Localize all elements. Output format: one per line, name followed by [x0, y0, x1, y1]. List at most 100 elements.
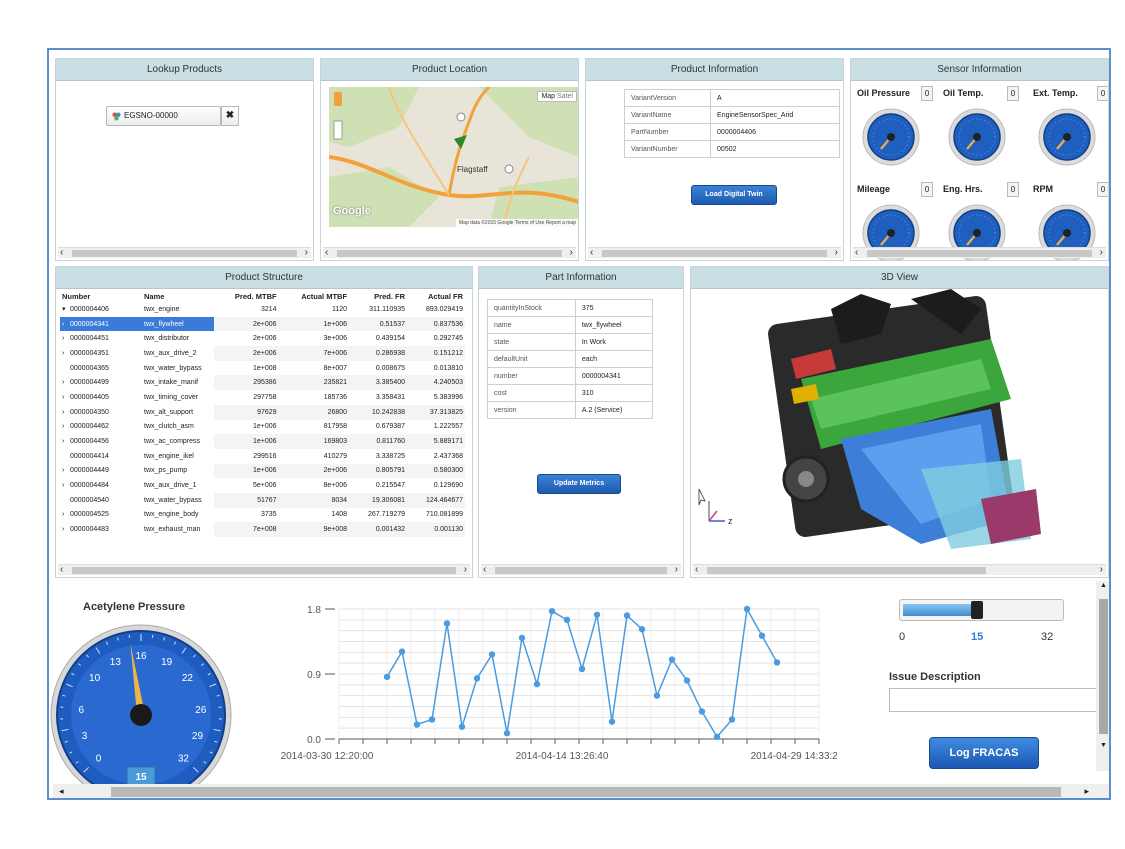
data-point[interactable]	[653, 692, 661, 699]
column-header[interactable]: Actual MTBF	[279, 291, 349, 302]
data-point[interactable]	[668, 656, 676, 663]
scroll-left-icon[interactable]: ‹	[590, 247, 593, 258]
map-type-button[interactable]: Map Satel	[537, 91, 577, 102]
data-point[interactable]	[533, 680, 541, 688]
slider-handle[interactable]	[970, 601, 983, 619]
data-point[interactable]	[413, 721, 421, 728]
scroll-right-icon[interactable]: ›	[835, 247, 838, 258]
engine-3d-model[interactable]: z	[691, 289, 1109, 569]
expand-icon[interactable]: ›	[62, 335, 70, 342]
location-map[interactable]: Map Satel Flagstaff Google Map data ©201…	[328, 85, 578, 228]
scroll-right-icon[interactable]: ›	[305, 247, 308, 258]
load-digital-twin-button[interactable]: Load Digital Twin	[691, 185, 777, 205]
data-point[interactable]	[713, 733, 721, 741]
tree-row[interactable]: › 0000004451 twx_distributor 2e+006 3e+006 0.…	[60, 331, 465, 346]
expand-icon[interactable]: ›	[62, 482, 70, 489]
expand-icon[interactable]: ›	[62, 394, 70, 401]
data-point[interactable]	[608, 718, 616, 725]
data-point[interactable]	[743, 605, 751, 613]
expand-icon[interactable]: ›	[62, 379, 70, 386]
scroll-right-icon[interactable]: ›	[1100, 247, 1103, 258]
tree-row[interactable]: › 0000004483 twx_exhaust_man 7e+008 9e+008 0.…	[60, 522, 465, 537]
issue-description-input[interactable]	[889, 688, 1099, 712]
data-point[interactable]	[428, 716, 436, 723]
tree-row[interactable]: › 0000004341 twx_flywheel 2e+006 1e+006 0.515…	[60, 316, 465, 332]
scroll-left-icon[interactable]: ‹	[325, 247, 328, 258]
column-header[interactable]: Pred. FR	[349, 291, 407, 302]
scroll-right-icon[interactable]: ▸	[1084, 786, 1089, 797]
expand-icon[interactable]: ›	[62, 350, 70, 357]
expand-icon[interactable]: ›	[62, 438, 70, 445]
tree-row[interactable]: › 0000004499 twx_intake_manif 295386 235821 3…	[60, 375, 465, 391]
data-point[interactable]	[443, 620, 451, 627]
horizontal-scrollbar[interactable]: ‹ ›	[323, 247, 576, 258]
scroll-right-icon[interactable]: ›	[675, 564, 678, 575]
log-fracas-incident-button[interactable]: Log FRACAS Incident	[929, 737, 1039, 789]
data-point[interactable]	[578, 665, 586, 673]
tree-row[interactable]: › 0000004405 twx_timing_cover 297758 185736 3…	[60, 390, 465, 405]
data-point[interactable]	[698, 708, 706, 715]
tree-row[interactable]: › 0000004350 twx_alt_support 97629 26800 10.2…	[60, 404, 465, 420]
value-slider[interactable]	[899, 599, 1064, 621]
horizontal-scrollbar[interactable]: ‹ ›	[588, 247, 841, 258]
data-point[interactable]	[398, 648, 406, 655]
tree-row[interactable]: › 0000004484 twx_aux_drive_1 5e+006 8e+006 0.…	[60, 478, 465, 493]
data-point[interactable]	[383, 673, 391, 681]
column-header[interactable]: Pred. MTBF	[214, 291, 279, 302]
data-point[interactable]	[593, 611, 601, 618]
vertical-scrollbar[interactable]: ▲ ▼	[1096, 581, 1109, 771]
data-point[interactable]	[758, 632, 766, 639]
expand-icon[interactable]: ▾	[62, 305, 70, 313]
expand-icon[interactable]: ›	[62, 423, 70, 430]
data-point[interactable]	[488, 651, 496, 658]
tree-row[interactable]: 0000004540 twx_water_bypass 51767 8034 19.30…	[60, 492, 465, 508]
horizontal-scrollbar[interactable]: ‹ ›	[693, 564, 1106, 575]
horizontal-scrollbar[interactable]: ‹ ›	[481, 564, 681, 575]
data-point[interactable]	[728, 716, 736, 723]
clear-lookup-button[interactable]: ✖	[221, 106, 239, 126]
product-lookup-select[interactable]: EGSNO-00000	[106, 106, 221, 126]
scroll-left-icon[interactable]: ◂	[59, 786, 64, 797]
tree-row[interactable]: › 0000004351 twx_aux_drive_2 2e+006 7e+006 0.…	[60, 346, 465, 361]
tree-row[interactable]: › 0000004525 twx_engine_body 3735 1408 267.71…	[60, 508, 465, 523]
data-point[interactable]	[458, 723, 466, 730]
scroll-left-icon[interactable]: ‹	[483, 564, 486, 575]
scroll-left-icon[interactable]: ‹	[60, 247, 63, 258]
update-metrics-button[interactable]: Update Metrics	[537, 474, 621, 494]
scroll-left-icon[interactable]: ‹	[60, 564, 63, 575]
scroll-left-icon[interactable]: ‹	[855, 247, 858, 258]
data-point[interactable]	[623, 612, 631, 619]
expand-icon[interactable]: ›	[62, 467, 70, 474]
tree-row[interactable]: ▾ 0000004406 twx_engine 3214 1120 311.110935 8…	[60, 302, 465, 317]
scroll-left-icon[interactable]: ‹	[695, 564, 698, 575]
data-point[interactable]	[563, 616, 571, 624]
tree-row[interactable]: 0000004365 twx_water_bypass 1e+008 8e+007 0.…	[60, 361, 465, 376]
expand-icon[interactable]: ›	[62, 511, 70, 518]
expand-icon[interactable]: ›	[62, 321, 70, 328]
expand-icon[interactable]: ›	[62, 409, 70, 416]
horizontal-scrollbar[interactable]: ‹ ›	[58, 564, 470, 575]
tree-row[interactable]: › 0000004456 twx_ac_compress 1e+006 169803 0.…	[60, 434, 465, 449]
expand-icon[interactable]: ›	[62, 526, 70, 533]
scroll-right-icon[interactable]: ›	[1100, 564, 1103, 575]
page-horizontal-scrollbar[interactable]: ◂ ▸	[53, 784, 1109, 798]
data-point[interactable]	[638, 626, 646, 633]
data-point[interactable]	[683, 677, 691, 684]
column-header[interactable]: Name	[142, 291, 214, 302]
scroll-right-icon[interactable]: ›	[570, 247, 573, 258]
tree-row[interactable]: › 0000004449 twx_ps_pump 1e+006 2e+006 0.8057…	[60, 463, 465, 479]
tree-row[interactable]: 0000004414 twx_engine_ikel 299516 410279 3.3…	[60, 449, 465, 464]
scroll-right-icon[interactable]: ›	[464, 564, 467, 575]
data-point[interactable]	[773, 659, 781, 666]
column-header[interactable]: Actual FR	[407, 291, 465, 302]
data-point[interactable]	[548, 607, 556, 615]
horizontal-scrollbar[interactable]: ‹ ›	[58, 247, 311, 258]
tree-row[interactable]: › 0000004462 twx_clutch_asm 1e+006 817958 0.6…	[60, 420, 465, 435]
data-point[interactable]	[503, 730, 511, 737]
column-header[interactable]: Number	[60, 291, 142, 302]
data-point[interactable]	[473, 675, 481, 682]
scroll-down-icon[interactable]: ▼	[1100, 742, 1107, 749]
scroll-up-icon[interactable]: ▲	[1100, 582, 1107, 589]
horizontal-scrollbar[interactable]: ‹ ›	[853, 247, 1106, 258]
data-point[interactable]	[518, 634, 526, 642]
